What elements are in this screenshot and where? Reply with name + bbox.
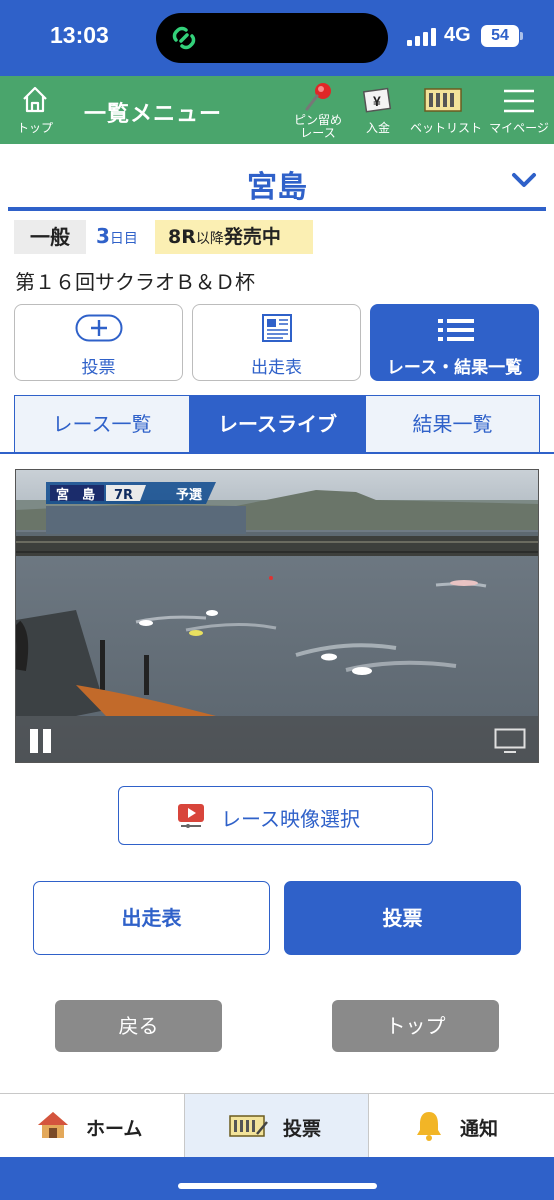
tab-race-list[interactable]: レース一覧: [14, 395, 190, 453]
house-icon: [38, 1112, 68, 1138]
sale-suffix: 以降: [195, 231, 224, 247]
grade-badge: 一般: [14, 220, 86, 254]
nav-notify-label: 通知: [460, 1118, 499, 1140]
live-video-player[interactable]: 宮 島 7R 予選: [15, 469, 539, 763]
tab-race-live[interactable]: レースライブ: [189, 395, 366, 453]
deposit-icon-text: ¥: [373, 93, 381, 109]
video-controls-bar: [16, 716, 538, 762]
vote-action-button[interactable]: 投票: [14, 304, 183, 381]
dynamic-island: [156, 13, 388, 63]
day-unit: 日目: [109, 231, 138, 247]
header-deposit-button[interactable]: ¥ 入金: [358, 76, 398, 144]
header-betlist-button[interactable]: ベットリスト: [410, 76, 483, 144]
day-indicator: 3日目: [96, 224, 138, 248]
race-title: 第１６回サクラオＢ＆Ｄ杯: [15, 270, 255, 294]
header-deposit-label: 入金: [365, 121, 390, 135]
top-button[interactable]: トップ: [332, 1000, 499, 1052]
header-mypage-label: マイページ: [489, 121, 549, 135]
bell-icon: [417, 1112, 441, 1141]
network-type: 4G: [444, 24, 471, 46]
venue-name: 宮島: [247, 170, 307, 205]
header-pin-label-2: レース: [300, 126, 336, 140]
menu-icon: [504, 89, 534, 113]
pin-icon: [305, 83, 331, 111]
video-overlay-race: 7R: [114, 488, 133, 503]
video-overlay-venue: 宮 島: [56, 487, 95, 503]
vote-button[interactable]: 投票: [284, 881, 521, 955]
nav-vote[interactable]: 投票: [184, 1094, 369, 1158]
screen-icon[interactable]: [494, 728, 526, 754]
status-bar: 13:03 4G 54: [0, 0, 554, 76]
video-overlay-type: 予選: [176, 487, 202, 503]
plus-circle-icon: [75, 314, 123, 342]
chevron-down-icon[interactable]: [510, 170, 538, 190]
app-header: トップ 一覧メニュー ピン留め レース ¥ 入金 ベットリスト マイページ: [0, 76, 554, 144]
venue-selector[interactable]: 宮島: [0, 144, 554, 210]
ticket-icon: [229, 1115, 268, 1137]
betlist-icon: [424, 88, 462, 112]
entry-table-action-label: 出走表: [251, 358, 302, 378]
tabs-divider: [0, 452, 554, 454]
header-top-label: トップ: [16, 121, 53, 135]
deposit-icon: ¥: [362, 87, 392, 113]
venue-divider: [8, 207, 546, 211]
results-list-action-button[interactable]: レース・結果一覧: [370, 304, 539, 381]
back-button[interactable]: 戻る: [55, 1000, 222, 1052]
nav-home-label: ホーム: [86, 1118, 143, 1140]
day-number: 3: [96, 224, 110, 248]
tab-results-list[interactable]: 結果一覧: [365, 395, 540, 453]
sale-race: 8R: [168, 226, 196, 248]
bottom-nav: ホーム 投票 通知: [0, 1093, 554, 1158]
nav-home[interactable]: ホーム: [0, 1094, 184, 1158]
results-list-action-label: レース・結果一覧: [386, 358, 523, 378]
header-top-button[interactable]: トップ: [12, 76, 58, 144]
entry-table-action-button[interactable]: 出走表: [192, 304, 361, 381]
race-video-select-label: レース映像選択: [221, 807, 360, 831]
signal-icon: [407, 28, 437, 46]
video-icon: [178, 804, 204, 828]
battery-icon: 54: [481, 25, 519, 47]
home-bar-area: [0, 1157, 554, 1200]
header-mypage-button[interactable]: マイページ: [488, 76, 550, 144]
newspaper-icon: [262, 314, 292, 342]
nav-notify[interactable]: 通知: [369, 1094, 554, 1158]
vote-action-label: 投票: [81, 358, 116, 378]
sale-status-badge: 8R以降発売中: [155, 220, 313, 254]
sale-status: 発売中: [223, 226, 281, 248]
battery-tip: [520, 32, 523, 40]
link-icon: [172, 26, 196, 50]
header-pin-race-button[interactable]: ピン留め レース: [290, 76, 346, 144]
page-title: 一覧メニュー: [84, 102, 223, 127]
home-indicator[interactable]: [178, 1183, 377, 1189]
entry-table-button[interactable]: 出走表: [33, 881, 270, 955]
pause-icon[interactable]: [28, 728, 54, 754]
list-icon: [438, 319, 474, 341]
race-video-select-button[interactable]: レース映像選択: [118, 786, 433, 845]
header-betlist-label: ベットリスト: [410, 121, 483, 135]
status-time: 13:03: [50, 22, 109, 48]
house-icon: [23, 86, 47, 113]
nav-vote-label: 投票: [283, 1118, 322, 1140]
